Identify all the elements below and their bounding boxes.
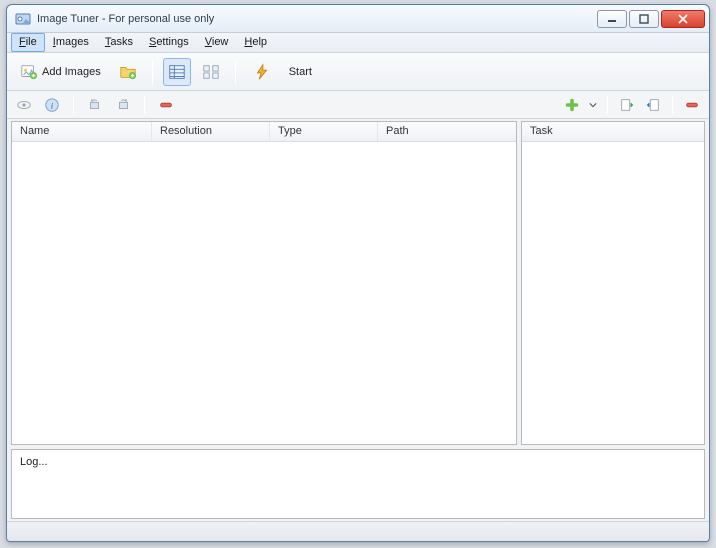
app-icon [15, 11, 31, 27]
images-pane: Name Resolution Type Path [11, 121, 517, 445]
window-title: Image Tuner - For personal use only [37, 13, 214, 25]
chevron-down-icon [588, 96, 598, 114]
rotate-left-icon [86, 96, 104, 114]
minus-icon [157, 96, 175, 114]
log-label: Log... [20, 456, 48, 468]
column-header-type[interactable]: Type [270, 122, 378, 141]
eye-icon [15, 96, 33, 114]
main-area: Name Resolution Type Path Task [7, 119, 709, 447]
images-column-headers: Name Resolution Type Path [12, 122, 516, 142]
thumbnails-view-icon [202, 63, 220, 81]
menu-settings[interactable]: Settings [141, 33, 197, 52]
column-header-name[interactable]: Name [12, 122, 152, 141]
rotate-right-button[interactable] [112, 94, 134, 116]
log-pane: Log... [11, 449, 705, 519]
rotate-right-icon [114, 96, 132, 114]
minimize-button[interactable] [597, 10, 627, 28]
app-window: Image Tuner - For personal use only File… [6, 4, 710, 542]
toolbar-primary: Add Images Start [7, 53, 709, 91]
images-list[interactable] [12, 142, 516, 444]
column-header-resolution[interactable]: Resolution [152, 122, 270, 141]
task-toolbar-group [561, 94, 703, 116]
task-move-down-button[interactable] [642, 94, 664, 116]
start-button[interactable]: Start [246, 58, 319, 86]
separator [152, 60, 153, 84]
close-button[interactable] [661, 10, 705, 28]
remove-image-button[interactable] [155, 94, 177, 116]
minus-icon [683, 96, 701, 114]
task-move-up-button[interactable] [616, 94, 638, 116]
menu-tasks[interactable]: Tasks [97, 33, 141, 52]
details-view-icon [168, 63, 186, 81]
title-bar: Image Tuner - For personal use only [7, 5, 709, 33]
separator [144, 96, 145, 114]
tasks-column-headers: Task [522, 122, 704, 142]
info-button[interactable]: i [41, 94, 63, 116]
menu-bar: File Images Tasks Settings View Help [7, 33, 709, 53]
details-view-button[interactable] [163, 58, 191, 86]
lightning-icon [253, 63, 271, 81]
add-task-dropdown[interactable] [587, 94, 599, 116]
column-header-task[interactable]: Task [522, 122, 704, 141]
remove-task-button[interactable] [681, 94, 703, 116]
separator [235, 60, 236, 84]
add-task-button[interactable] [561, 94, 583, 116]
folder-add-icon [119, 63, 137, 81]
tasks-list[interactable] [522, 142, 704, 444]
menu-help[interactable]: Help [236, 33, 275, 52]
start-label: Start [289, 66, 312, 78]
menu-file[interactable]: File [11, 33, 45, 52]
status-bar [7, 521, 709, 541]
separator [672, 96, 673, 114]
preview-button[interactable] [13, 94, 35, 116]
add-images-button[interactable]: Add Images [13, 58, 108, 86]
menu-view[interactable]: View [197, 33, 237, 52]
thumbnails-view-button[interactable] [197, 58, 225, 86]
info-icon: i [43, 96, 61, 114]
menu-images[interactable]: Images [45, 33, 97, 52]
doc-arrow-down-icon [644, 96, 662, 114]
separator [73, 96, 74, 114]
rotate-left-button[interactable] [84, 94, 106, 116]
add-folder-button[interactable] [114, 58, 142, 86]
separator [607, 96, 608, 114]
window-controls [597, 10, 705, 28]
toolbar-secondary: i [7, 91, 709, 119]
add-images-icon [20, 63, 38, 81]
column-header-path[interactable]: Path [378, 122, 516, 141]
tasks-pane: Task [521, 121, 705, 445]
plus-icon [563, 96, 581, 114]
doc-arrow-up-icon [618, 96, 636, 114]
add-images-label: Add Images [42, 66, 101, 78]
maximize-button[interactable] [629, 10, 659, 28]
